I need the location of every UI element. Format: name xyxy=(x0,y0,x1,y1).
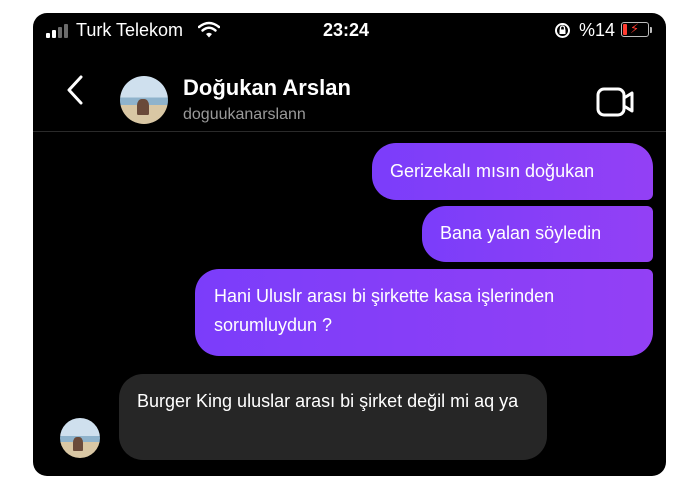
carrier-name: Turk Telekom xyxy=(76,20,184,40)
received-message[interactable]: Burger King uluslar arası bi şirket deği… xyxy=(119,374,547,460)
signal-icon xyxy=(46,24,68,38)
wifi-icon xyxy=(198,21,220,38)
contact-name[interactable]: Doğukan Arslan xyxy=(183,75,351,101)
battery-percent: %14 xyxy=(579,20,616,40)
back-chevron-icon[interactable] xyxy=(61,73,91,107)
battery-icon: ⚡ xyxy=(621,21,652,37)
sender-avatar[interactable] xyxy=(60,418,100,458)
video-call-icon[interactable] xyxy=(595,85,635,119)
dm-screen: Turk Telekom 23:24 %14 ⚡ Doğukan Arslan … xyxy=(33,13,666,476)
rotation-lock-icon xyxy=(555,23,570,38)
avatar[interactable] xyxy=(120,76,168,124)
sent-message[interactable]: Gerizekalı mısın doğukan xyxy=(372,143,653,200)
status-bar: Turk Telekom 23:24 %14 ⚡ xyxy=(33,13,666,49)
sent-message[interactable]: Hani Uluslr arası bi şirkette kasa işler… xyxy=(195,269,653,356)
chat-header: Doğukan Arslan doguukanarslann xyxy=(33,49,666,132)
clock: 23:24 xyxy=(323,20,370,40)
sent-message[interactable]: Bana yalan söyledin xyxy=(422,206,653,262)
contact-username: doguukanarslann xyxy=(183,106,306,123)
